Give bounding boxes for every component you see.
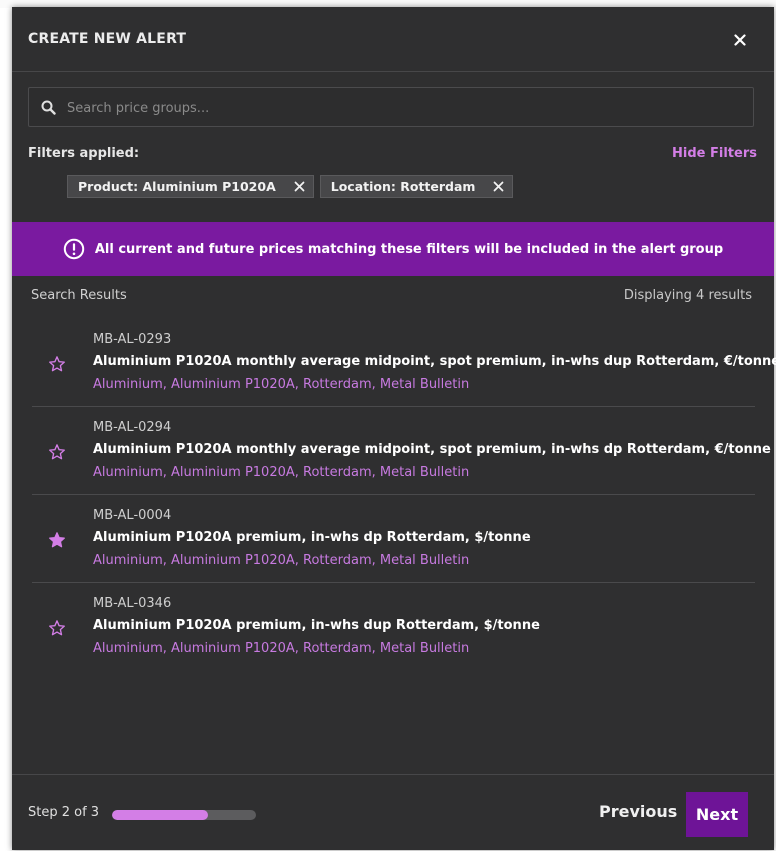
search-icon bbox=[41, 100, 56, 115]
result-name: Aluminium P1020A premium, in-whs dup Rot… bbox=[93, 618, 540, 633]
filter-chips: Product: Aluminium P1020A Location: Rott… bbox=[67, 175, 514, 198]
hide-filters-link[interactable]: Hide Filters bbox=[672, 146, 757, 161]
favorite-toggle[interactable] bbox=[48, 619, 66, 641]
result-row[interactable]: MB-AL-0293 Aluminium P1020A monthly aver… bbox=[32, 319, 776, 407]
results-count: Displaying 4 results bbox=[623, 288, 752, 303]
favorite-toggle[interactable] bbox=[48, 443, 66, 465]
star-outline-icon bbox=[49, 356, 65, 372]
modal-header: CREATE NEW ALERT bbox=[12, 7, 774, 72]
result-tags: Aluminium, Aluminium P1020A, Rotterdam, … bbox=[93, 377, 470, 392]
result-code: MB-AL-0346 bbox=[93, 596, 172, 611]
step-progress-fill bbox=[112, 810, 209, 820]
filter-chip-label: Location: Rotterdam bbox=[330, 179, 476, 194]
modal-title: CREATE NEW ALERT bbox=[28, 31, 187, 47]
result-name: Aluminium P1020A monthly average midpoin… bbox=[93, 442, 771, 457]
remove-filter-button[interactable] bbox=[294, 181, 305, 192]
star-filled-icon bbox=[49, 532, 65, 548]
banner-text: All current and future prices matching t… bbox=[94, 241, 724, 257]
star-outline-icon bbox=[49, 444, 65, 460]
favorite-toggle[interactable] bbox=[48, 355, 66, 377]
modal-footer: Step 2 of 3 Previous Next bbox=[12, 774, 774, 851]
remove-filter-button[interactable] bbox=[493, 181, 504, 192]
close-icon bbox=[734, 34, 746, 46]
close-icon bbox=[494, 181, 504, 192]
result-tags: Aluminium, Aluminium P1020A, Rotterdam, … bbox=[93, 641, 470, 656]
result-row[interactable]: MB-AL-0294 Aluminium P1020A monthly aver… bbox=[32, 407, 771, 495]
search-input[interactable] bbox=[65, 88, 729, 128]
search-box[interactable] bbox=[28, 87, 754, 128]
result-code: MB-AL-0004 bbox=[93, 508, 172, 523]
result-code: MB-AL-0294 bbox=[93, 420, 172, 435]
previous-button[interactable]: Previous bbox=[599, 802, 677, 821]
result-tags: Aluminium, Aluminium P1020A, Rotterdam, … bbox=[93, 465, 470, 480]
filter-info-banner: All current and future prices matching t… bbox=[12, 222, 774, 276]
result-row[interactable]: MB-AL-0346 Aluminium P1020A premium, in-… bbox=[32, 583, 755, 670]
results-title: Search Results bbox=[31, 288, 127, 303]
step-progress-bar bbox=[112, 810, 256, 820]
filters-applied-label: Filters applied: bbox=[28, 146, 140, 161]
favorite-toggle[interactable] bbox=[48, 531, 66, 553]
info-icon bbox=[63, 238, 85, 260]
filter-chip-location: Location: Rotterdam bbox=[319, 175, 514, 198]
result-name: Aluminium P1020A premium, in-whs dp Rott… bbox=[93, 530, 531, 545]
result-tags: Aluminium, Aluminium P1020A, Rotterdam, … bbox=[93, 553, 470, 568]
star-outline-icon bbox=[49, 620, 65, 636]
results-list: MB-AL-0293 Aluminium P1020A monthly aver… bbox=[32, 319, 776, 670]
result-name: Aluminium P1020A monthly average midpoin… bbox=[93, 354, 776, 369]
result-row[interactable]: MB-AL-0004 Aluminium P1020A premium, in-… bbox=[32, 495, 755, 583]
create-alert-modal: CREATE NEW ALERT Filters applied: Hide F… bbox=[12, 7, 776, 851]
result-code: MB-AL-0293 bbox=[93, 332, 172, 347]
filter-chip-label: Product: Aluminium P1020A bbox=[78, 179, 276, 194]
filter-chip-product: Product: Aluminium P1020A bbox=[67, 175, 314, 198]
close-button[interactable] bbox=[727, 27, 753, 53]
step-label: Step 2 of 3 bbox=[28, 805, 100, 820]
close-icon bbox=[294, 181, 305, 192]
next-button[interactable]: Next bbox=[686, 792, 748, 837]
